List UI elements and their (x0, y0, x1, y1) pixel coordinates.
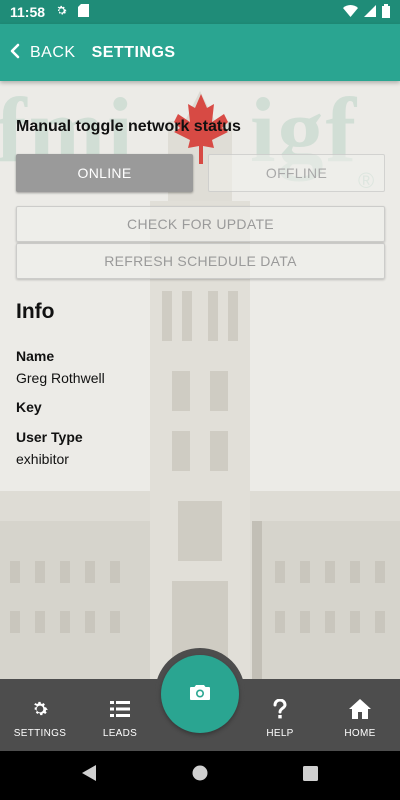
system-navigation-bar (0, 751, 400, 800)
nav-leads[interactable]: LEADS (80, 679, 160, 751)
system-recents-button[interactable] (280, 751, 340, 800)
sd-card-icon (78, 4, 90, 20)
refresh-schedule-button[interactable]: REFRESH SCHEDULE DATA (16, 243, 385, 279)
network-status-heading: Manual toggle network status (16, 118, 241, 135)
nav-home-label: HOME (344, 727, 376, 739)
square-recents-icon (302, 765, 318, 786)
app-bar: BACK SETTINGS (0, 24, 400, 81)
online-toggle-button[interactable]: ONLINE (16, 154, 193, 192)
back-button[interactable]: BACK (10, 43, 76, 63)
gear-icon (55, 4, 68, 20)
nav-help[interactable]: HELP (240, 679, 320, 751)
check-for-update-button[interactable]: CHECK FOR UPDATE (16, 206, 385, 242)
nav-help-label: HELP (266, 727, 294, 739)
signal-icon (364, 4, 376, 20)
wifi-icon (343, 4, 358, 20)
name-label: Name (16, 348, 55, 364)
list-icon (110, 698, 130, 720)
nav-leads-label: LEADS (102, 727, 138, 739)
nav-settings[interactable]: SETTINGS (0, 679, 80, 751)
name-value: Greg Rothwell (16, 370, 105, 386)
question-mark-icon (273, 698, 287, 720)
system-back-button[interactable] (59, 751, 119, 800)
chevron-left-icon (10, 43, 20, 63)
home-icon (349, 698, 371, 720)
gear-icon (30, 698, 50, 720)
camera-icon (190, 684, 210, 705)
key-label: Key (16, 399, 42, 415)
triangle-back-icon (82, 765, 96, 786)
nav-home[interactable]: HOME (320, 679, 400, 751)
status-time: 11:58 (10, 4, 46, 20)
page-title: SETTINGS (91, 43, 176, 61)
user-type-label: User Type (16, 429, 83, 445)
circle-home-icon (192, 765, 208, 786)
status-bar: 11:58 (0, 0, 400, 24)
nav-settings-label: SETTINGS (13, 727, 67, 739)
battery-icon (382, 3, 390, 21)
back-label: BACK (30, 43, 76, 61)
user-type-value: exhibitor (16, 451, 69, 467)
system-home-button[interactable] (170, 751, 230, 800)
offline-toggle-button[interactable]: OFFLINE (208, 154, 385, 192)
scan-camera-button[interactable] (161, 655, 239, 733)
info-heading: Info (16, 300, 55, 323)
